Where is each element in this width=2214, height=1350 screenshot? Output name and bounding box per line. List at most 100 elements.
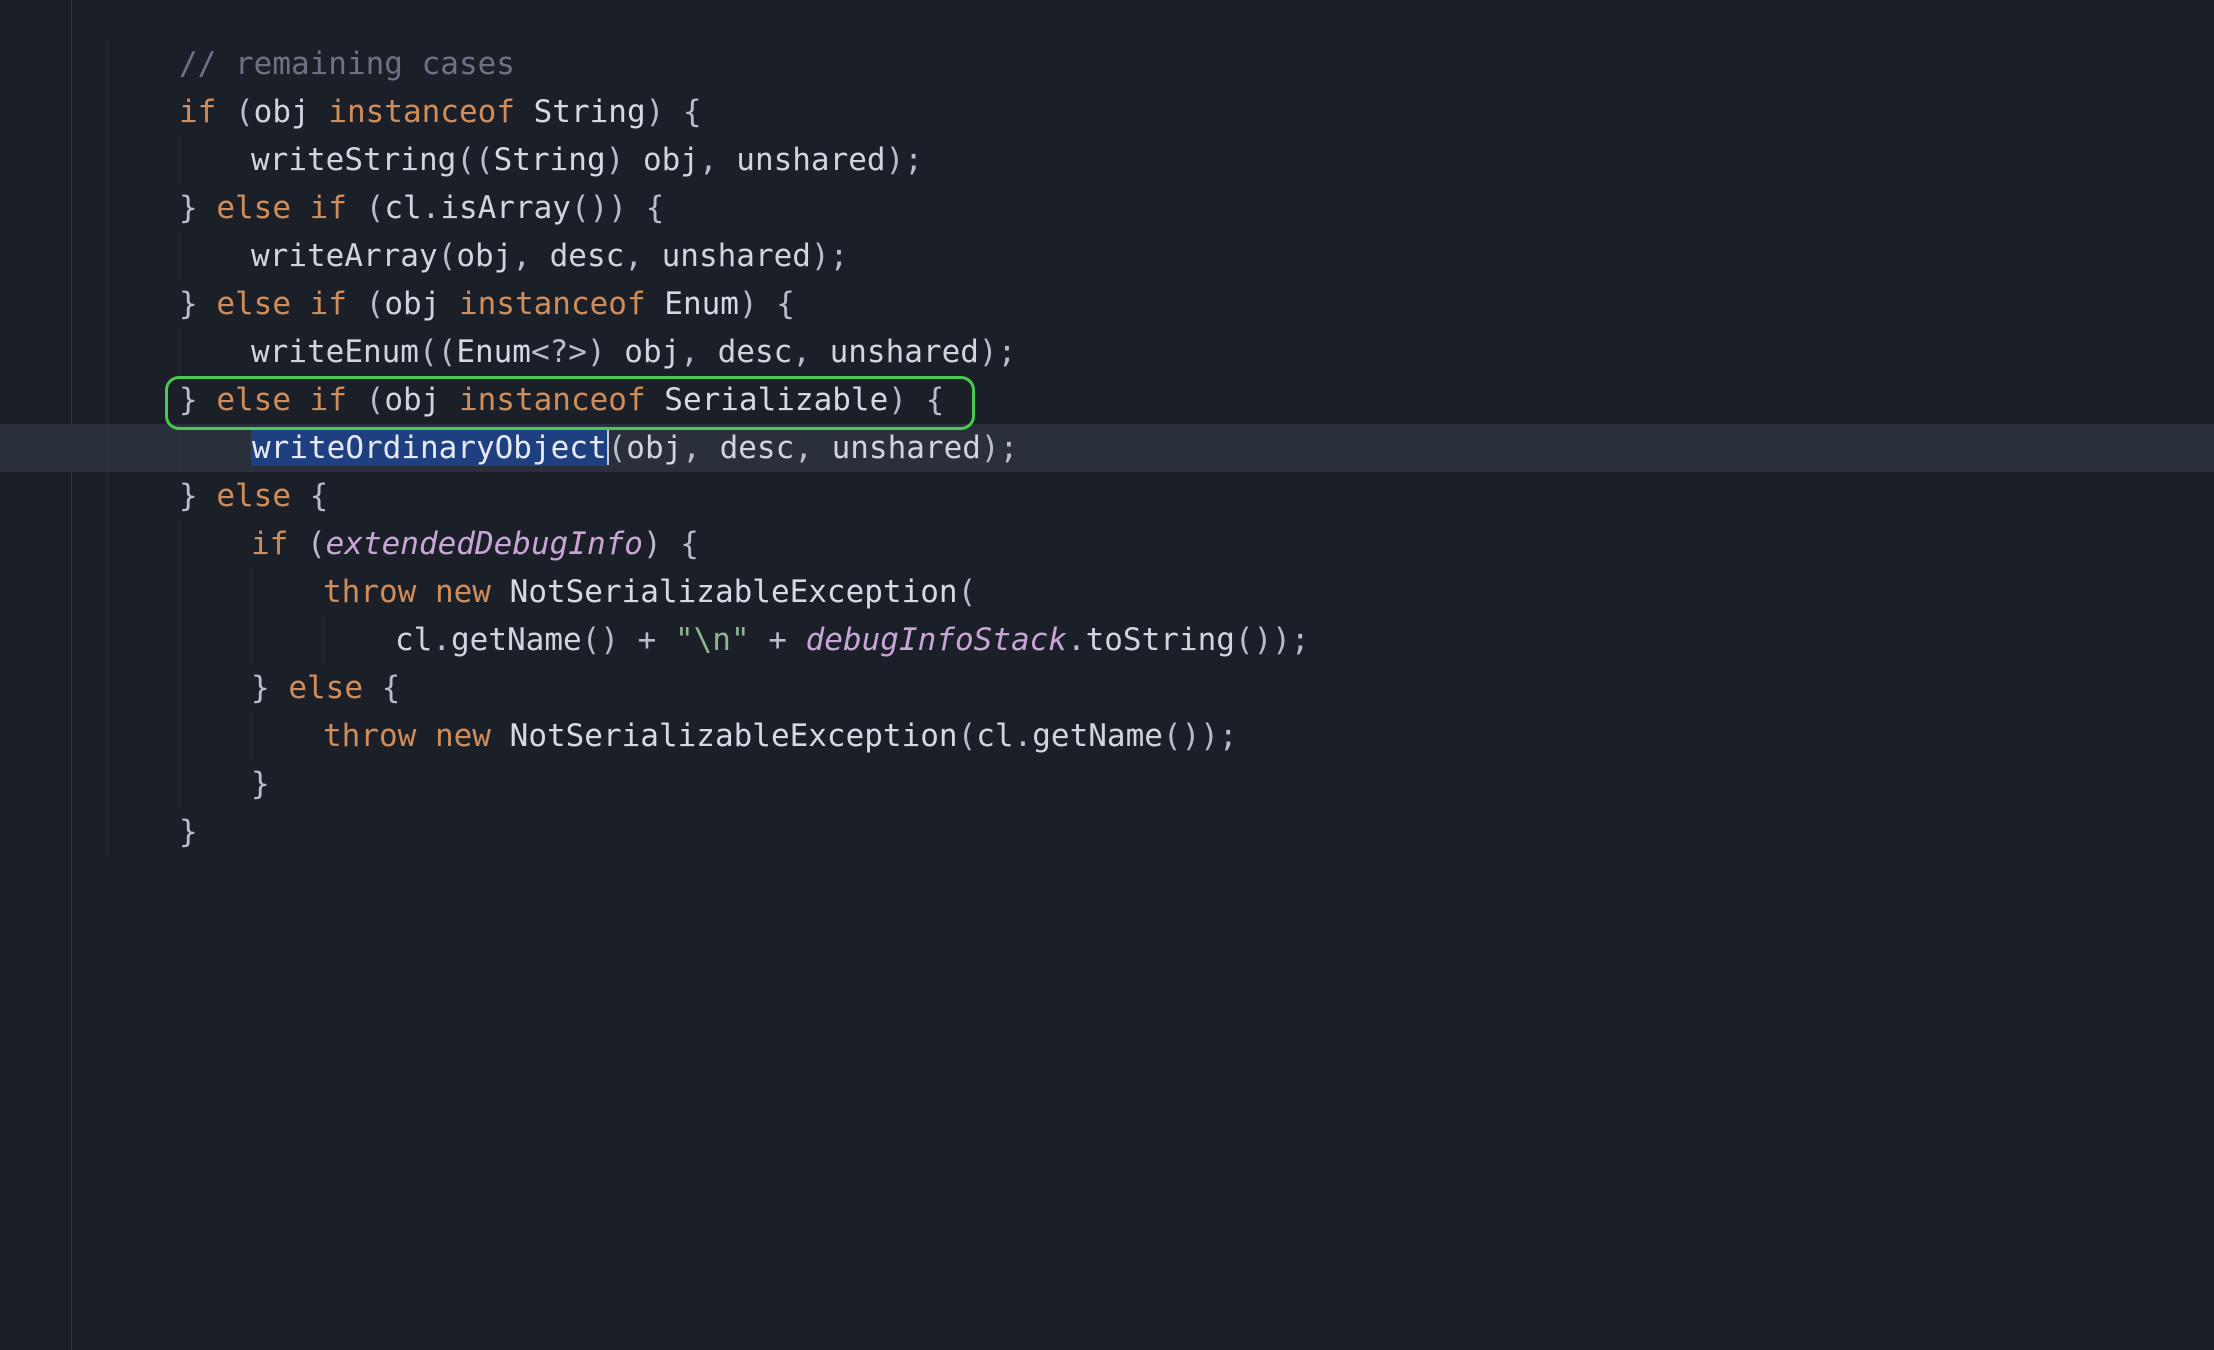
indent-guide (107, 88, 179, 136)
type-token: String (534, 94, 646, 130)
code-line[interactable]: } (107, 808, 2214, 856)
punct-token: ( (347, 382, 384, 418)
indent-guide (179, 712, 251, 760)
keyword-token: instanceof (459, 382, 646, 418)
punct-token: , (792, 334, 829, 370)
punct-token: ) { (643, 526, 699, 562)
punct-token: . (1067, 622, 1086, 658)
punct-token: } (179, 286, 216, 322)
punct-token: } (179, 382, 216, 418)
identifier-token: desc (718, 334, 793, 370)
indent-guide (179, 424, 251, 472)
punct-token: <?>) (531, 334, 624, 370)
code-line[interactable]: // remaining cases (107, 40, 2214, 88)
identifier-token: unshared (662, 238, 811, 274)
code-line[interactable]: writeString((String) obj, unshared); (107, 136, 2214, 184)
indent-guide (323, 616, 395, 664)
code-line[interactable]: writeArray(obj, desc, unshared); (107, 232, 2214, 280)
identifier-token: obj (643, 142, 699, 178)
indent-guide (179, 664, 251, 712)
indent-guide (251, 712, 323, 760)
code-editor[interactable]: // remaining casesif (obj instanceof Str… (0, 0, 2214, 1350)
punct-token: { (363, 670, 400, 706)
keyword-token: else (216, 478, 291, 514)
punct-token: ) { (646, 94, 702, 130)
type-token: NotSerializableException (510, 718, 958, 754)
keyword-token: if (179, 94, 216, 130)
indent-guide (179, 328, 251, 376)
keyword-token: throw new (323, 718, 491, 754)
identifier-token: obj (384, 286, 459, 322)
punct-token: , (682, 430, 719, 466)
identifier-token (515, 94, 534, 130)
identifier-token: cl (395, 622, 432, 658)
indent-guide (107, 472, 179, 520)
code-line[interactable]: } else { (107, 472, 2214, 520)
punct-token: . (1014, 718, 1033, 754)
indent-guide (251, 616, 323, 664)
indent-guide (107, 616, 179, 664)
indent-guide (251, 568, 323, 616)
indent-guide (107, 808, 179, 856)
punct-token: () + (582, 622, 675, 658)
punct-token: ( (438, 238, 457, 274)
punct-token: ( (347, 286, 384, 322)
identifier-token: isArray (440, 190, 571, 226)
string-token: "\n" (675, 622, 750, 658)
keyword-token: else if (216, 190, 347, 226)
punct-token: . (422, 190, 441, 226)
punct-token: } (251, 670, 288, 706)
punct-token: , (794, 430, 831, 466)
punct-token: { (291, 478, 328, 514)
punct-token: ()) { (571, 190, 664, 226)
identifier-token: obj (254, 94, 329, 130)
punct-token: ); (811, 238, 848, 274)
code-line[interactable]: } else { (107, 664, 2214, 712)
punct-token: ( (216, 94, 253, 130)
punct-token: } (179, 478, 216, 514)
punct-token: , (624, 238, 661, 274)
punct-token: ()); (1163, 718, 1238, 754)
indent-guide (107, 136, 179, 184)
type-token: Serializable (664, 382, 888, 418)
identifier-token: cl (384, 190, 421, 226)
editor-code-area[interactable]: // remaining casesif (obj instanceof Str… (0, 0, 2214, 1350)
indent-guide (107, 376, 179, 424)
code-line[interactable]: } else if (cl.isArray()) { (107, 184, 2214, 232)
indent-guide (107, 712, 179, 760)
code-line[interactable]: } (107, 760, 2214, 808)
identifier-token: getName (1032, 718, 1163, 754)
punct-token: ( (347, 190, 384, 226)
indent-guide (179, 136, 251, 184)
keyword-token: else if (216, 382, 347, 418)
keyword-token: instanceof (459, 286, 646, 322)
code-line[interactable]: throw new NotSerializableException(cl.ge… (107, 712, 2214, 760)
punct-token: + (750, 622, 806, 658)
code-line[interactable]: cl.getName() + "\n" + debugInfoStack.toS… (107, 616, 2214, 664)
code-line[interactable]: writeOrdinaryObject(obj, desc, unshared)… (0, 424, 2214, 472)
punct-token: ); (979, 334, 1016, 370)
selected-text: writeOrdinaryObject (251, 430, 608, 466)
identifier-token (646, 382, 665, 418)
keyword-token: instanceof (328, 94, 515, 130)
punct-token: , (699, 142, 736, 178)
indent-guide (179, 568, 251, 616)
identifier-token (491, 718, 510, 754)
indent-guide (179, 760, 251, 808)
punct-token: ); (981, 430, 1018, 466)
code-line[interactable]: } else if (obj instanceof Serializable) … (107, 376, 2214, 424)
punct-token: ( (958, 574, 977, 610)
code-line[interactable]: if (extendedDebugInfo) { (107, 520, 2214, 568)
code-line[interactable]: } else if (obj instanceof Enum) { (107, 280, 2214, 328)
indent-guide (107, 40, 179, 88)
indent-guide (107, 664, 179, 712)
punct-token: ) { (888, 382, 944, 418)
punct-token: , (680, 334, 717, 370)
comment-token: // remaining cases (179, 46, 515, 82)
code-line[interactable]: throw new NotSerializableException( (107, 568, 2214, 616)
code-line[interactable]: if (obj instanceof String) { (107, 88, 2214, 136)
code-line[interactable]: writeEnum((Enum<?>) obj, desc, unshared)… (107, 328, 2214, 376)
keyword-token: else (288, 670, 363, 706)
punct-token: ( (958, 718, 977, 754)
punct-token: (( (456, 142, 493, 178)
